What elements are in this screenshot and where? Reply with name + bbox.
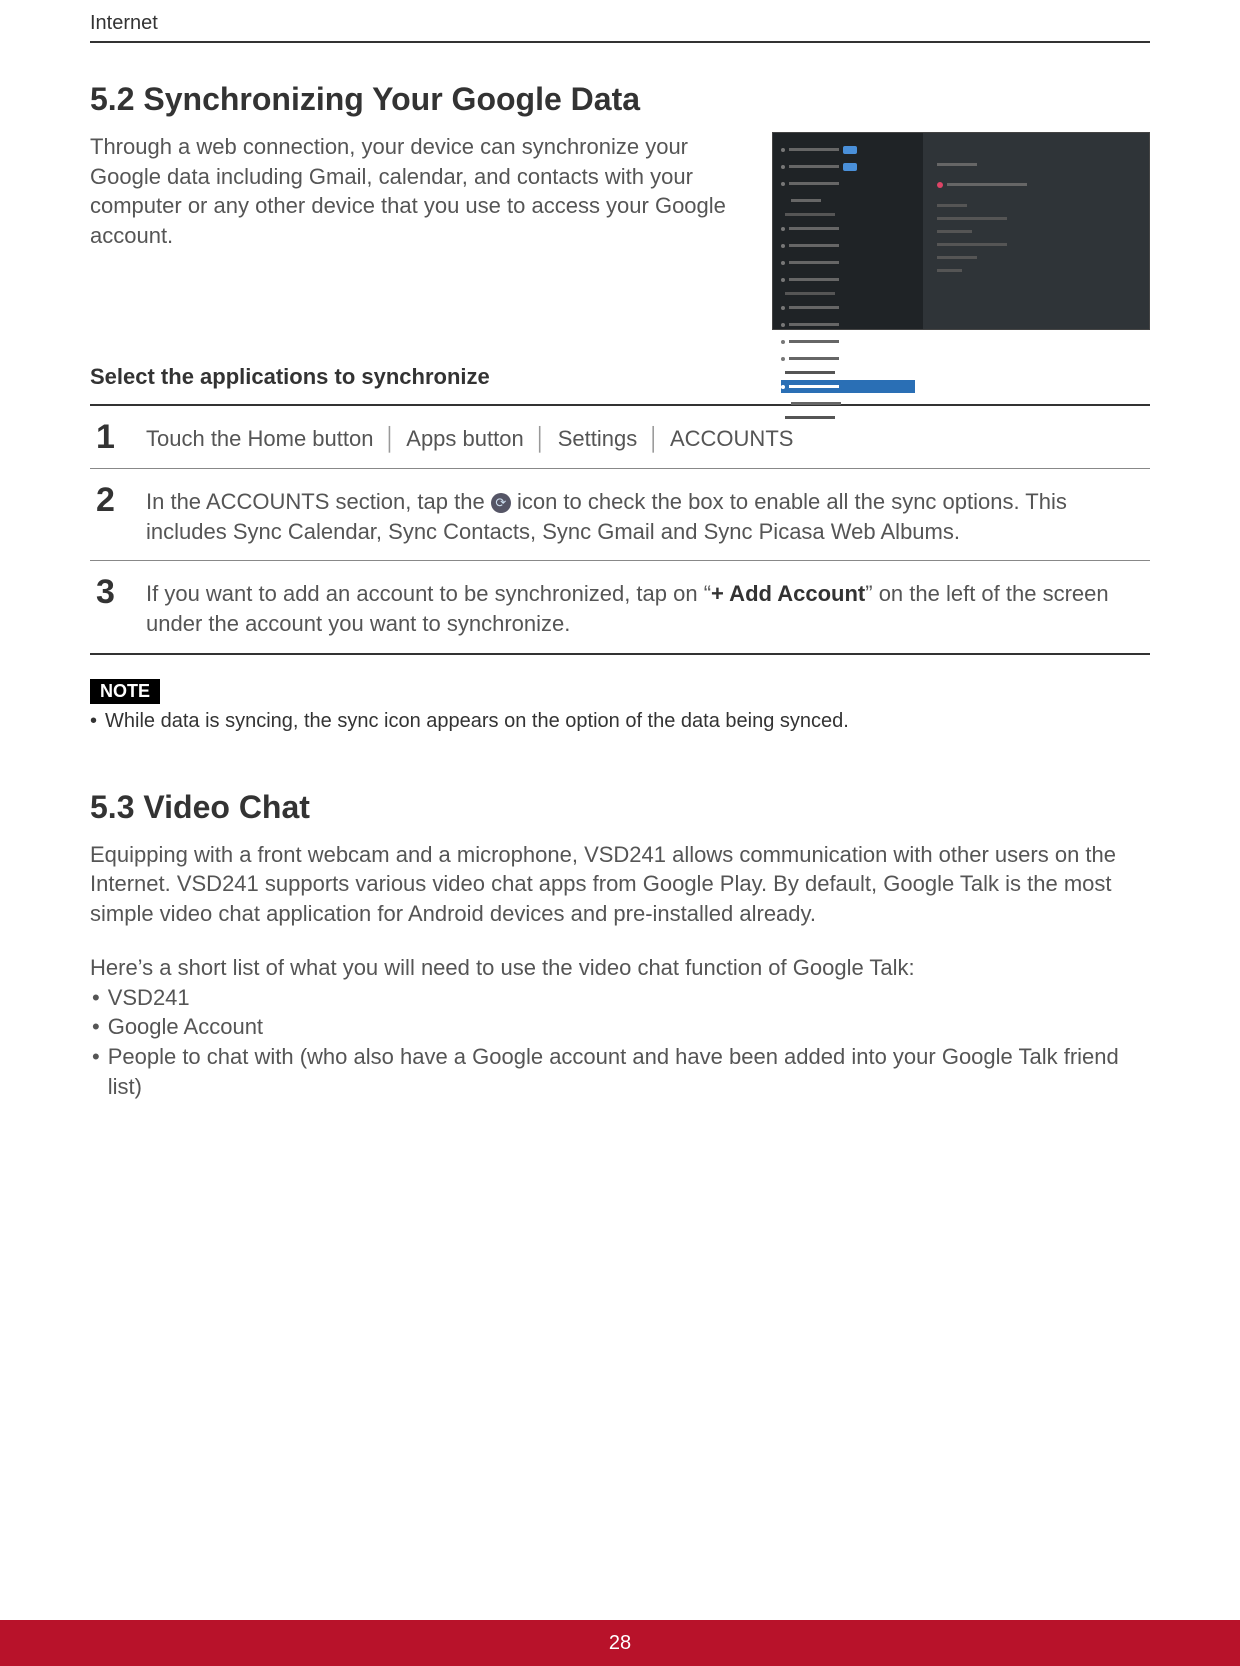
list-item: •Google Account: [90, 1012, 1150, 1042]
step-1-text: Touch the Home button │ Apps button │ Se…: [146, 420, 793, 454]
page-header: Internet: [90, 12, 1150, 43]
note-label: NOTE: [90, 679, 160, 704]
requirements-list: •VSD241 •Google Account •People to chat …: [90, 983, 1150, 1102]
settings-screenshot-thumbnail: [772, 132, 1150, 330]
step-row: 3 If you want to add an account to be sy…: [90, 561, 1150, 652]
list-item: •People to chat with (who also have a Go…: [90, 1042, 1150, 1101]
step-row: 2 In the ACCOUNTS section, tap the ⟳ ico…: [90, 469, 1150, 561]
section-5-2-title: 5.2 Synchronizing Your Google Data: [90, 81, 1150, 118]
step-row: 1 Touch the Home button │ Apps button │ …: [90, 406, 1150, 469]
list-item: •VSD241: [90, 983, 1150, 1013]
steps-table: 1 Touch the Home button │ Apps button │ …: [90, 404, 1150, 655]
page-number-footer: 28: [0, 1620, 1240, 1666]
section-5-3-para: Equipping with a front webcam and a micr…: [90, 840, 1150, 929]
step-number: 2: [96, 483, 146, 546]
sync-icon: ⟳: [491, 493, 511, 513]
step-number: 3: [96, 575, 146, 638]
section-5-3-title: 5.3 Video Chat: [90, 789, 1150, 826]
note-text: • While data is syncing, the sync icon a…: [90, 710, 1150, 733]
step-3-text: If you want to add an account to be sync…: [146, 575, 1144, 638]
sync-subhead: Select the applications to synchronize: [90, 364, 1150, 390]
requirements-intro: Here’s a short list of what you will nee…: [90, 953, 1150, 983]
section-5-2-intro: Through a web connection, your device ca…: [90, 132, 748, 330]
step-number: 1: [96, 420, 146, 454]
step-2-text: In the ACCOUNTS section, tap the ⟳ icon …: [146, 483, 1144, 546]
